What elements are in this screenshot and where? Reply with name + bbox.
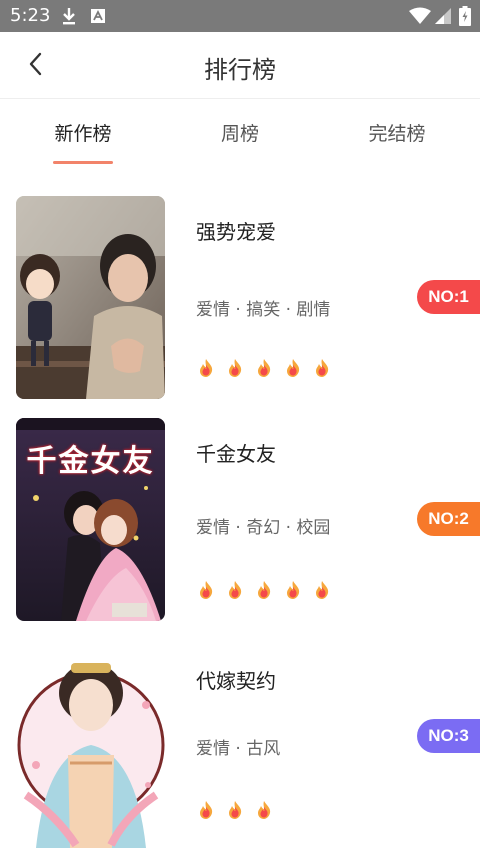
flame-icon — [200, 359, 213, 377]
status-bar: 5:23 — [0, 0, 480, 32]
item-title: 强势宠爱 — [196, 220, 276, 244]
flame-icon — [258, 359, 271, 377]
rank-badge: NO:2 — [417, 502, 480, 536]
tab-completed[interactable]: 完结榜 — [332, 119, 462, 146]
app-bar: 排行榜 — [0, 32, 480, 99]
heat-rating — [196, 580, 332, 602]
flame-icon — [229, 801, 242, 819]
ranking-item-1[interactable]: 强势宠爱 爱情 · 搞笑 · 剧情 NO:1 — [0, 196, 480, 401]
item-tags: 爱情 · 搞笑 · 剧情 — [196, 300, 331, 320]
download-icon — [63, 8, 75, 25]
item-tags: 爱情 · 奇幻 · 校园 — [196, 518, 331, 538]
cover-art-couple — [16, 196, 165, 399]
flame-icon — [316, 359, 329, 377]
rank-badge: NO:3 — [417, 719, 480, 753]
tab-weekly[interactable]: 周榜 — [175, 119, 305, 146]
item-tags: 爱情 · 古风 — [196, 739, 281, 759]
item-title: 千金女友 — [196, 442, 276, 466]
flame-icon — [229, 581, 242, 599]
heat-rating — [196, 800, 274, 822]
cover-art-bride — [16, 645, 165, 848]
battery-icon — [459, 6, 471, 26]
flame-icon — [287, 359, 300, 377]
flame-icon — [316, 581, 329, 599]
item-title: 代嫁契约 — [196, 669, 276, 693]
cell-signal-icon — [435, 8, 451, 24]
ranking-item-3[interactable]: 代嫁契约 爱情 · 古风 NO:3 — [0, 645, 480, 850]
wifi-icon — [409, 7, 431, 24]
status-time: 5:23 — [10, 5, 51, 26]
cover-image[interactable] — [16, 645, 165, 848]
flame-icon — [258, 581, 271, 599]
flame-icon — [200, 581, 213, 599]
app-notification-icon — [91, 9, 105, 23]
tab-bar: 新作榜 周榜 完结榜 — [0, 99, 480, 165]
tab-indicator — [53, 161, 113, 164]
tab-new-works[interactable]: 新作榜 — [18, 119, 148, 146]
cover-image[interactable]: cover 千金女友 — [16, 418, 165, 621]
flame-icon — [258, 801, 271, 819]
heat-rating — [196, 358, 332, 380]
cover-art-title: 千金女友 — [26, 444, 155, 479]
flame-icon — [200, 801, 213, 819]
ranking-item-2[interactable]: cover 千金女友 千金女友 爱情 · 奇幻 · 校园 NO:2 — [0, 418, 480, 623]
rank-badge: NO:1 — [417, 280, 480, 314]
flame-icon — [287, 581, 300, 599]
page-title: 排行榜 — [204, 56, 276, 84]
flame-icon — [229, 359, 242, 377]
cover-image[interactable] — [16, 196, 165, 399]
